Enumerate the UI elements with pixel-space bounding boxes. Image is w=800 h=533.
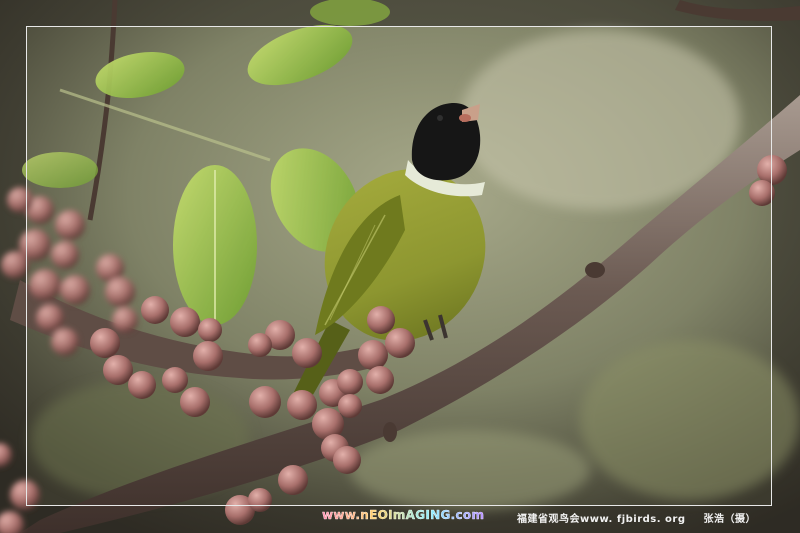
credit-organization: 福建省观鸟会www. fjbirds. org [516,514,686,525]
bird-photo [0,0,800,533]
photo-credit: 福建省观鸟会www. fjbirds. org 张浩（摄） [517,510,756,525]
neoimaging-watermark: www.nEOImAGING.com [322,508,485,522]
credit-photographer: 张浩（摄） [703,514,756,525]
bird-eye [437,115,443,121]
photo-footer: www.nEOImAGING.com 福建省观鸟会www. fjbirds. o… [0,507,800,527]
